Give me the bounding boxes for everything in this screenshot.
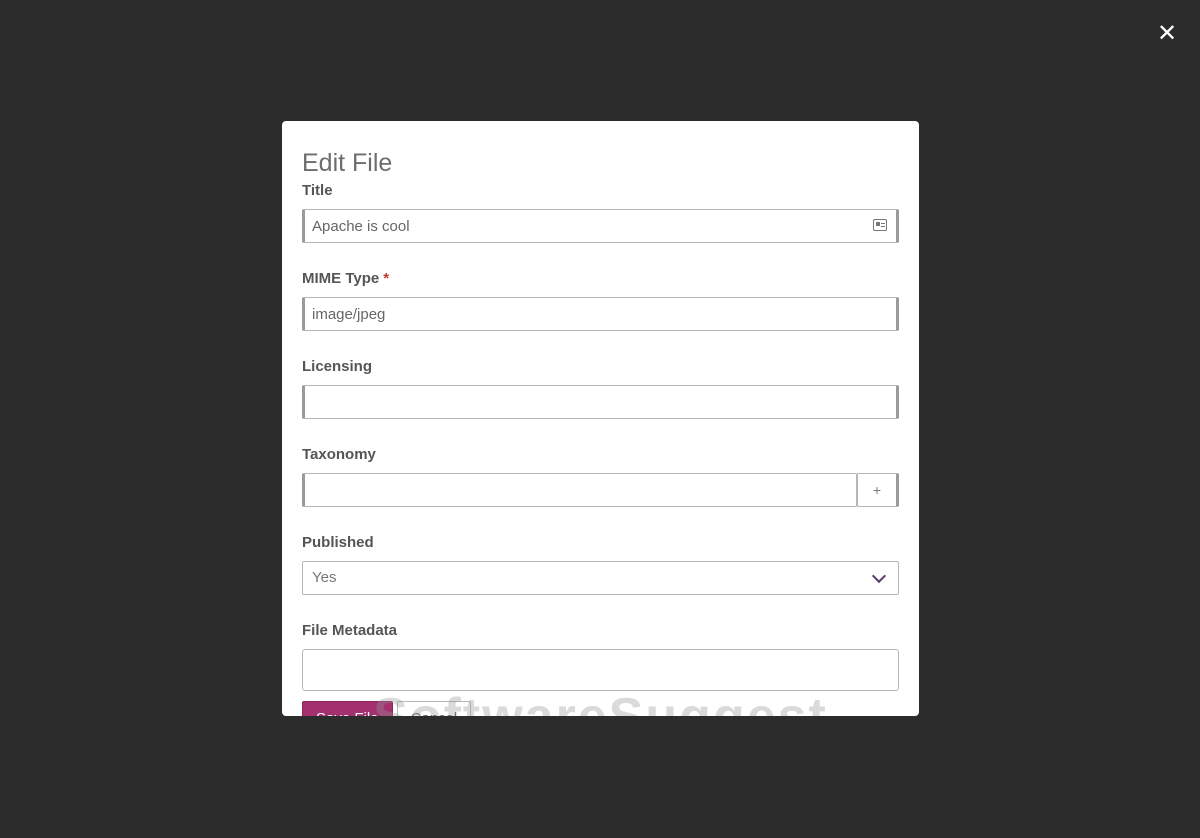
taxonomy-input[interactable] — [305, 474, 856, 506]
taxonomy-label: Taxonomy — [302, 446, 376, 463]
dialog-title: Edit File — [302, 149, 393, 177]
title-field-box — [302, 209, 899, 243]
modal-overlay[interactable]: ✕ Edit File Title MIME Type* Licensing T… — [0, 0, 1200, 838]
close-icon[interactable]: ✕ — [1154, 20, 1180, 46]
taxonomy-row: + — [302, 473, 899, 507]
title-label: Title — [302, 182, 333, 199]
licensing-label: Licensing — [302, 358, 373, 375]
id-card-icon[interactable] — [873, 219, 887, 231]
taxonomy-field-box — [302, 473, 857, 507]
chevron-down-icon — [871, 568, 887, 584]
published-selected-value: Yes — [312, 569, 337, 586]
required-marker: * — [383, 270, 390, 287]
edit-file-dialog: Edit File Title MIME Type* Licensing Tax… — [282, 121, 919, 716]
save-file-button[interactable]: Save File — [302, 701, 393, 716]
add-taxonomy-button[interactable]: + — [857, 473, 899, 507]
mime-type-label: MIME Type * — [302, 270, 390, 287]
mime-type-input[interactable] — [305, 298, 896, 330]
licensing-field-box — [302, 385, 899, 419]
file-metadata-field-box — [302, 649, 899, 691]
file-metadata-label: File Metadata — [302, 622, 398, 639]
file-metadata-textarea[interactable] — [303, 650, 898, 690]
dialog-actions: Save File Cancel — [302, 701, 899, 716]
published-select[interactable]: Yes — [302, 561, 899, 595]
licensing-input[interactable] — [305, 386, 896, 418]
cancel-button[interactable]: Cancel — [396, 701, 472, 716]
mime-type-field-box — [302, 297, 899, 331]
published-label: Published — [302, 534, 374, 551]
title-input[interactable] — [305, 210, 896, 242]
